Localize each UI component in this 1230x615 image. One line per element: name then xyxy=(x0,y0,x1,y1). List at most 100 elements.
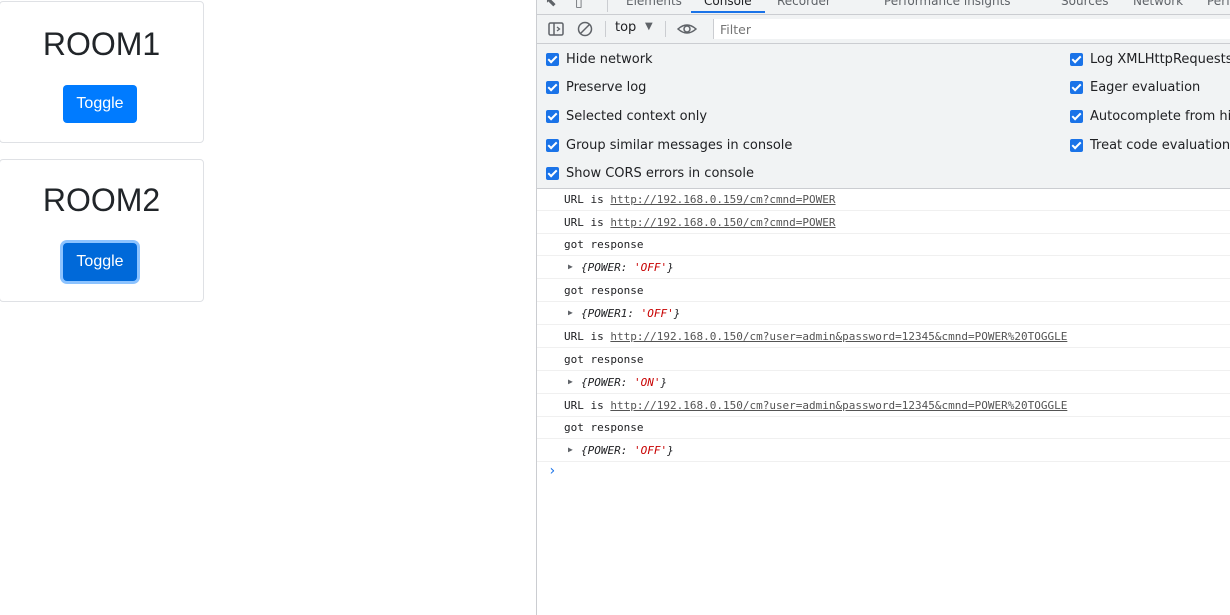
setting-treat-code-evaluation[interactable]: Treat code evaluation as user action xyxy=(1070,138,1230,153)
setting-label: Autocomplete from history xyxy=(1090,109,1230,124)
setting-label: Log XMLHttpRequests xyxy=(1090,52,1230,67)
object-preview[interactable]: {POWER: 'OFF'} xyxy=(581,261,674,274)
devtools-panel: ⬉ ▯ Elements Console Recorder Performanc… xyxy=(536,0,1230,615)
console-object[interactable]: ▶ {POWER1: 'OFF'} xyxy=(537,303,1230,325)
device-toolbar-icon[interactable]: ▯ xyxy=(575,0,583,10)
log-text: got response xyxy=(564,353,644,366)
console-message: got response xyxy=(537,349,1230,371)
log-text: URL is http://192.168.0.150/cm?user=admi… xyxy=(564,399,1067,412)
tab-performance[interactable]: Perf xyxy=(1207,0,1230,8)
console-message: URL is http://192.168.0.159/cm?cmnd=POWE… xyxy=(537,189,1230,211)
checkbox-checked-icon[interactable] xyxy=(546,53,559,66)
log-text: got response xyxy=(564,421,644,434)
setting-log-xmlhttprequests[interactable]: Log XMLHttpRequests xyxy=(1070,52,1230,67)
log-text: URL is http://192.168.0.150/cm?user=admi… xyxy=(564,330,1067,343)
toggle-button-room2[interactable]: Toggle xyxy=(63,243,137,281)
checkbox-checked-icon[interactable] xyxy=(546,110,559,123)
console-object[interactable]: ▶ {POWER: 'OFF'} xyxy=(537,440,1230,462)
tab-elements[interactable]: Elements xyxy=(626,0,682,8)
log-prefix: URL is xyxy=(564,330,604,343)
log-prefix: URL is xyxy=(564,193,604,206)
toolbar-divider xyxy=(605,21,606,37)
log-text: URL is http://192.168.0.159/cm?cmnd=POWE… xyxy=(564,193,836,206)
setting-label: Hide network xyxy=(566,52,653,67)
setting-label: Treat code evaluation as user action xyxy=(1090,138,1230,153)
object-key: POWER1 xyxy=(587,307,628,320)
object-value: 'OFF' xyxy=(634,261,668,274)
context-selector[interactable]: top xyxy=(615,20,636,35)
room-card-2: ROOM2 Toggle xyxy=(0,159,204,302)
expand-triangle-icon[interactable]: ▶ xyxy=(568,308,573,317)
console-message: got response xyxy=(537,417,1230,439)
console-toolbar: top ▼ xyxy=(537,15,1230,44)
console-object[interactable]: ▶ {POWER: 'ON'} xyxy=(537,372,1230,394)
tab-console[interactable]: Console xyxy=(704,0,752,8)
console-message: got response xyxy=(537,280,1230,302)
inspect-element-icon[interactable]: ⬉ xyxy=(545,0,557,10)
setting-hide-network[interactable]: Hide network xyxy=(546,52,653,67)
console-message: URL is http://192.168.0.150/cm?user=admi… xyxy=(537,395,1230,417)
tab-network[interactable]: Network xyxy=(1133,0,1183,8)
tab-divider xyxy=(607,0,608,12)
object-value: 'OFF' xyxy=(640,307,674,320)
setting-label: Show CORS errors in console xyxy=(566,166,754,181)
sidebar-toggle-icon[interactable] xyxy=(547,20,565,38)
expand-triangle-icon[interactable]: ▶ xyxy=(568,377,573,386)
toggle-button-room1[interactable]: Toggle xyxy=(63,85,137,123)
tab-recorder[interactable]: Recorder xyxy=(777,0,831,8)
object-value: 'OFF' xyxy=(634,444,668,457)
setting-label: Group similar messages in console xyxy=(566,138,793,153)
object-value: 'ON' xyxy=(634,376,661,389)
log-text: got response xyxy=(564,238,644,251)
log-link[interactable]: http://192.168.0.150/cm?cmnd=POWER xyxy=(610,216,835,229)
setting-group-similar[interactable]: Group similar messages in console xyxy=(546,138,792,153)
setting-label: Eager evaluation xyxy=(1090,80,1201,95)
object-key: POWER xyxy=(587,444,621,457)
log-text: got response xyxy=(564,284,644,297)
log-link[interactable]: http://192.168.0.159/cm?cmnd=POWER xyxy=(610,193,835,206)
log-prefix: URL is xyxy=(564,216,604,229)
checkbox-checked-icon[interactable] xyxy=(546,167,559,180)
expand-triangle-icon[interactable]: ▶ xyxy=(568,262,573,271)
console-message: got response xyxy=(537,234,1230,256)
setting-selected-context-only[interactable]: Selected context only xyxy=(546,109,707,124)
setting-show-cors-errors[interactable]: Show CORS errors in console xyxy=(546,166,754,181)
room-title: ROOM2 xyxy=(42,182,161,218)
setting-label: Preserve log xyxy=(566,80,647,95)
log-prefix: URL is xyxy=(564,399,604,412)
console-object[interactable]: ▶ {POWER: 'OFF'} xyxy=(537,257,1230,279)
setting-label: Selected context only xyxy=(566,109,708,124)
setting-autocomplete-history[interactable]: Autocomplete from history xyxy=(1070,109,1230,124)
object-preview[interactable]: {POWER: 'ON'} xyxy=(581,376,667,389)
toolbar-divider xyxy=(665,21,666,37)
console-output: URL is http://192.168.0.159/cm?cmnd=POWE… xyxy=(537,189,1230,615)
devtools-tab-bar: ⬉ ▯ Elements Console Recorder Performanc… xyxy=(537,0,1230,15)
chevron-down-icon[interactable]: ▼ xyxy=(645,21,653,32)
checkbox-checked-icon[interactable] xyxy=(1070,139,1083,152)
expand-triangle-icon[interactable]: ▶ xyxy=(568,445,573,454)
setting-eager-evaluation[interactable]: Eager evaluation xyxy=(1070,80,1200,95)
checkbox-checked-icon[interactable] xyxy=(546,81,559,94)
object-preview[interactable]: {POWER: 'OFF'} xyxy=(581,444,674,457)
console-prompt-chevron-icon[interactable]: › xyxy=(548,463,556,479)
console-message: URL is http://192.168.0.150/cm?user=admi… xyxy=(537,326,1230,348)
tab-performance-insights[interactable]: Performance insights xyxy=(884,0,1011,8)
log-text: URL is http://192.168.0.150/cm?cmnd=POWE… xyxy=(564,216,836,229)
clear-console-icon[interactable] xyxy=(576,20,594,38)
checkbox-checked-icon[interactable] xyxy=(1070,110,1083,123)
room-card-1: ROOM1 Toggle xyxy=(0,1,204,143)
room-title: ROOM1 xyxy=(42,26,161,62)
checkbox-checked-icon[interactable] xyxy=(546,139,559,152)
eye-icon[interactable] xyxy=(676,20,698,38)
checkbox-checked-icon[interactable] xyxy=(1070,53,1083,66)
log-link[interactable]: http://192.168.0.150/cm?user=admin&passw… xyxy=(610,399,1067,412)
tab-sources[interactable]: Sources xyxy=(1061,0,1108,8)
checkbox-checked-icon[interactable] xyxy=(1070,81,1083,94)
filter-input[interactable] xyxy=(713,19,1230,39)
console-message: URL is http://192.168.0.150/cm?cmnd=POWE… xyxy=(537,212,1230,234)
console-settings-pane: Hide network Preserve log Selected conte… xyxy=(537,44,1230,189)
setting-preserve-log[interactable]: Preserve log xyxy=(546,80,646,95)
object-key: POWER xyxy=(587,376,621,389)
log-link[interactable]: http://192.168.0.150/cm?user=admin&passw… xyxy=(610,330,1067,343)
object-preview[interactable]: {POWER1: 'OFF'} xyxy=(581,307,680,320)
